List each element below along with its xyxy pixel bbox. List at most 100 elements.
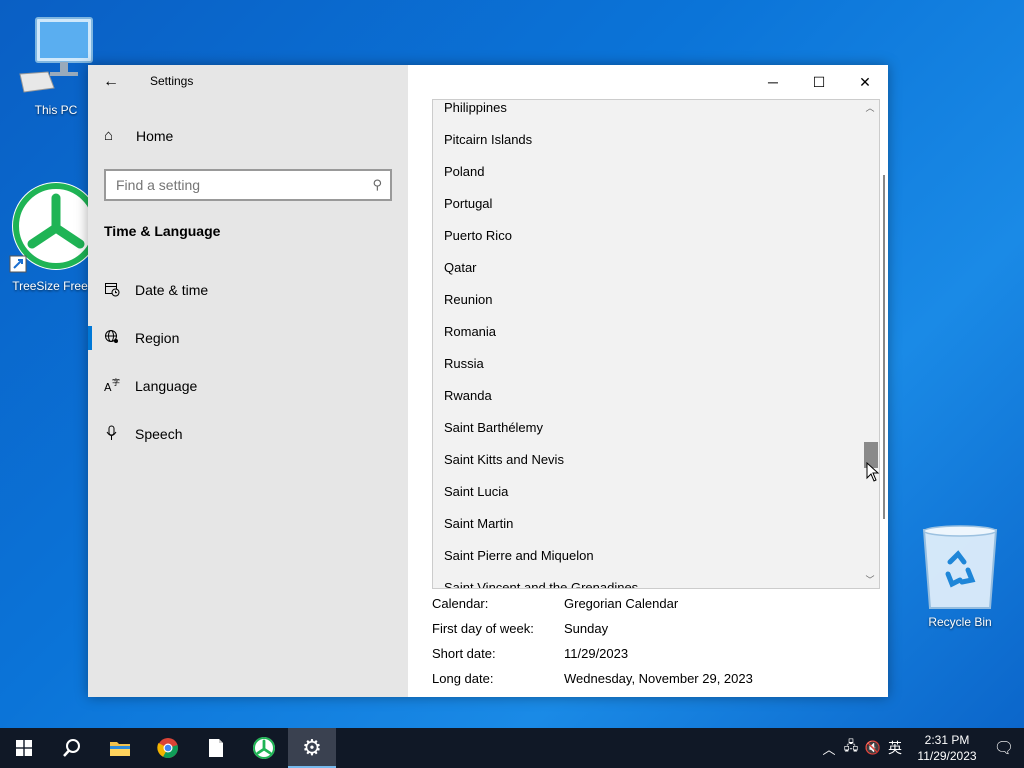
mouse-cursor-icon: [866, 462, 880, 482]
chevron-up-icon[interactable]: ︿: [818, 739, 840, 758]
dropdown-option[interactable]: Romania: [433, 316, 863, 348]
home-nav-item[interactable]: ⌂ Home: [104, 127, 173, 144]
notification-icon[interactable]: 🗨: [984, 738, 1024, 758]
dropdown-option[interactable]: Portugal: [433, 188, 863, 220]
desktop-icon-label: This PC: [34, 103, 78, 117]
maximize-button[interactable]: ☐: [796, 65, 842, 99]
scroll-up-icon[interactable]: ︿: [861, 100, 879, 116]
microphone-icon: [104, 425, 126, 444]
dropdown-option[interactable]: Rwanda: [433, 380, 863, 412]
sidebar-item-speech[interactable]: Speech: [88, 414, 408, 454]
scroll-down-icon[interactable]: ﹀: [861, 572, 879, 588]
taskbar-search-button[interactable]: [48, 728, 96, 768]
minimize-button[interactable]: ─: [750, 65, 796, 99]
clock-time: 2:31 PM: [924, 733, 970, 747]
sidebar-item-region[interactable]: Region: [88, 318, 408, 358]
dropdown-option[interactable]: Saint Vincent and the Grenadines: [433, 572, 863, 588]
detail-row: Long date: Wednesday, November 29, 2023: [432, 666, 753, 691]
detail-row: Short time:2:31 PM: [432, 691, 753, 697]
chrome-icon: [157, 738, 178, 759]
dropdown-items: Philippines Pitcairn Islands Poland Portuga…: [433, 100, 863, 588]
maximize-icon: ☐: [812, 73, 826, 90]
system-tray: ︿ 🖧 🔇 英 2:31 PM 11/29/2023 🗨: [818, 728, 1024, 768]
dropdown-option[interactable]: Saint Pierre and Miquelon: [433, 540, 863, 572]
calendar-clock-icon: [104, 281, 126, 300]
recycle-bin-icon: [922, 525, 998, 609]
desktop-icon-treesize[interactable]: TreeSize Free: [8, 178, 100, 293]
back-arrow-icon: ←: [103, 73, 119, 90]
sidebar-item-date-time[interactable]: Date & time: [88, 270, 408, 310]
detail-key: Short date:: [432, 646, 496, 661]
dropdown-option[interactable]: Philippines: [433, 100, 863, 124]
page-scrollbar[interactable]: [883, 175, 885, 519]
language-icon: A字: [104, 377, 126, 396]
ime-indicator[interactable]: 英: [884, 738, 906, 758]
title-bar: ← Settings: [88, 65, 408, 99]
detail-key: Long date:: [432, 671, 494, 686]
document-icon: [209, 739, 223, 757]
dropdown-option[interactable]: Saint Lucia: [433, 476, 863, 508]
gear-icon: ⚙: [302, 735, 322, 760]
dropdown-option[interactable]: Poland: [433, 156, 863, 188]
dropdown-option[interactable]: Saint Kitts and Nevis: [433, 444, 863, 476]
desktop-icon-this-pc[interactable]: This PC: [14, 14, 98, 117]
desktop-icon-label: Recycle Bin: [928, 615, 992, 629]
minimize-icon: ─: [768, 74, 778, 90]
clock[interactable]: 2:31 PM 11/29/2023: [910, 732, 984, 764]
detail-value: Wednesday, November 29, 2023: [564, 671, 753, 686]
dropdown-option[interactable]: Saint Martin: [433, 508, 863, 540]
dropdown-option[interactable]: Puerto Rico: [433, 220, 863, 252]
treesize-icon: [9, 182, 100, 273]
window-controls: ─ ☐ ✕: [750, 65, 888, 99]
region-format-details: Calendar: Gregorian Calendar First day of …: [432, 591, 753, 697]
detail-value: 11/29/2023: [564, 646, 629, 661]
detail-row: Short date: 11/29/2023: [432, 641, 753, 666]
detail-key: Calendar:: [432, 596, 489, 611]
window-title: Settings: [150, 74, 194, 88]
sidebar-item-label: Date & time: [135, 282, 209, 298]
treesize-icon: [253, 737, 275, 759]
dropdown-option[interactable]: Pitcairn Islands: [433, 124, 863, 156]
detail-row: First day of week: Sunday: [432, 616, 753, 641]
dropdown-option[interactable]: Reunion: [433, 284, 863, 316]
svg-text:字: 字: [112, 377, 120, 387]
detail-row: Calendar: Gregorian Calendar: [432, 591, 753, 616]
taskbar-settings[interactable]: ⚙: [288, 728, 336, 768]
back-button[interactable]: ←: [98, 71, 124, 93]
computer-icon: [19, 17, 93, 93]
clock-date: 11/29/2023: [917, 749, 977, 763]
folder-icon: [110, 742, 130, 756]
search-box[interactable]: ⚲: [104, 169, 392, 201]
close-button[interactable]: ✕: [842, 65, 888, 99]
network-icon[interactable]: 🖧: [840, 737, 862, 759]
sidebar: ← Settings ⌂ Home ⚲ Time & Language Date…: [88, 65, 408, 697]
detail-value: Sunday: [564, 621, 609, 636]
content-pane: ─ ☐ ✕ Philippines Pitcairn Islands Poland P…: [408, 65, 888, 697]
taskbar-notepad[interactable]: [192, 728, 240, 768]
search-icon: ⚲: [372, 177, 382, 192]
taskbar: ⚙ ︿ 🖧 🔇 英 2:31 PM 11/29/2023 🗨: [0, 728, 1024, 768]
start-button[interactable]: [0, 728, 48, 768]
globe-icon: [104, 329, 126, 348]
dropdown-scrollbar[interactable]: ︿ ﹀: [861, 100, 879, 588]
sidebar-item-label: Speech: [135, 426, 183, 442]
dropdown-option[interactable]: Qatar: [433, 252, 863, 284]
taskbar-file-explorer[interactable]: [96, 728, 144, 768]
desktop-icon-label: TreeSize Free: [12, 279, 88, 293]
home-icon: ⌂: [104, 127, 114, 144]
dropdown-option[interactable]: Saint Barthélemy: [433, 412, 863, 444]
dropdown-option[interactable]: Russia: [433, 348, 863, 380]
close-icon: ✕: [859, 73, 871, 90]
detail-key: First day of week:: [432, 621, 534, 636]
home-label: Home: [136, 127, 174, 144]
taskbar-treesize[interactable]: [240, 728, 288, 768]
svg-text:A: A: [104, 381, 112, 393]
search-input[interactable]: [116, 177, 356, 193]
sidebar-item-language[interactable]: A字 Language: [88, 366, 408, 406]
sidebar-item-label: Language: [135, 378, 198, 394]
desktop-icon-recycle-bin[interactable]: Recycle Bin: [918, 524, 1002, 629]
taskbar-chrome[interactable]: [144, 728, 192, 768]
sidebar-item-label: Region: [135, 330, 180, 346]
volume-muted-icon[interactable]: 🔇: [862, 740, 884, 756]
country-dropdown-list[interactable]: Philippines Pitcairn Islands Poland Portuga…: [432, 99, 880, 589]
